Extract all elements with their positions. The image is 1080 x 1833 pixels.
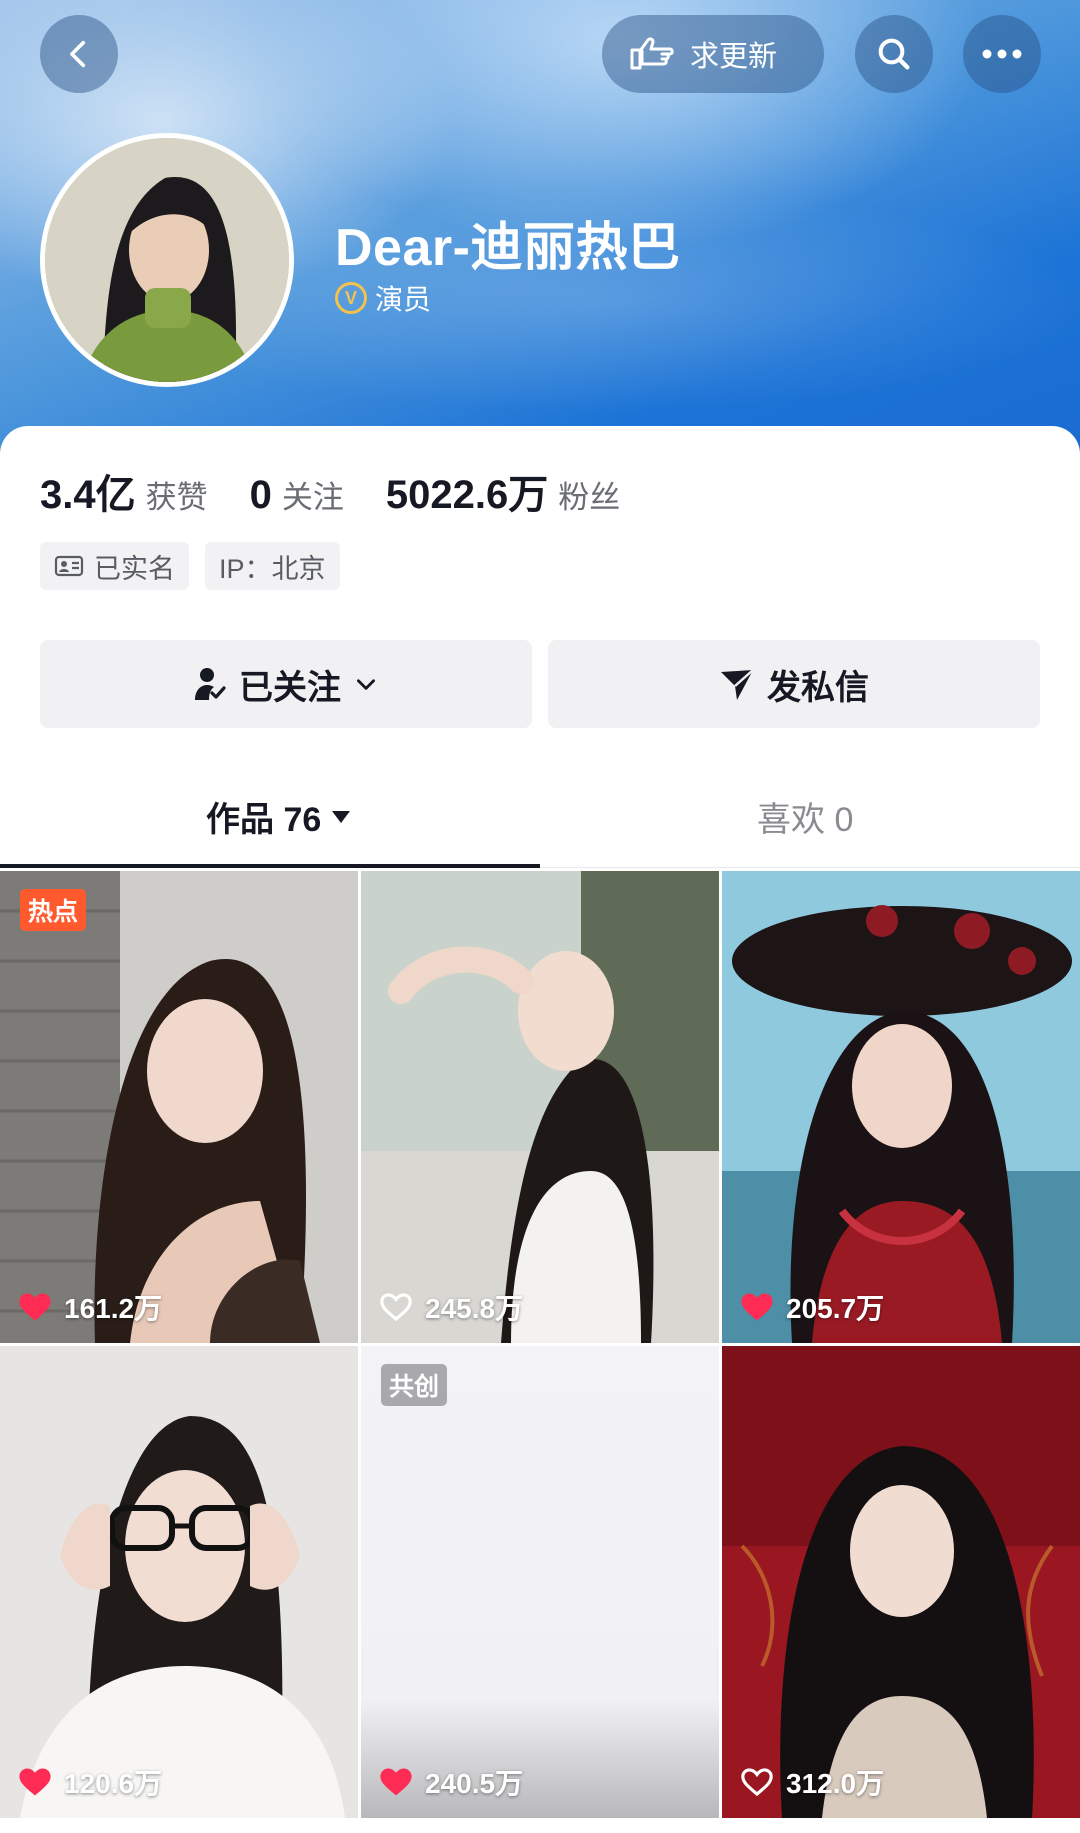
video-tile[interactable]: 120.6万: [0, 1346, 358, 1818]
request-update-button[interactable]: 求更新: [602, 15, 824, 93]
video-like-count: 245.8万: [379, 1287, 523, 1327]
username: Dear-迪丽热巴: [335, 219, 681, 277]
followed-button[interactable]: 已关注: [40, 640, 532, 728]
video-thumbnail-image: [722, 871, 1080, 1343]
video-tile[interactable]: 205.7万: [722, 871, 1080, 1343]
video-like-count: 312.0万: [740, 1762, 884, 1802]
video-thumbnail-image: [722, 1346, 1080, 1818]
video-tile[interactable]: 热点 161.2万: [0, 871, 358, 1343]
stat-following[interactable]: 0 关注: [250, 472, 344, 518]
tab-likes-label: 喜欢 0: [757, 801, 854, 839]
video-like-count: 205.7万: [740, 1287, 884, 1327]
stat-likes[interactable]: 3.4亿 获赞: [40, 462, 208, 520]
more-button[interactable]: [963, 15, 1041, 93]
like-count-text: 240.5万: [425, 1768, 524, 1799]
like-count-text: 205.7万: [786, 1293, 885, 1324]
verification-label: 演员: [375, 284, 432, 315]
stat-followers-label: 粉丝: [558, 480, 621, 515]
request-update-label: 求更新: [690, 41, 778, 73]
heart-filled-icon: [741, 1293, 773, 1321]
profile-stats: 3.4亿 获赞 0 关注 5022.6万 粉丝: [40, 462, 662, 520]
tab-likes[interactable]: 喜欢 0: [757, 792, 853, 841]
like-count-text: 161.2万: [64, 1293, 163, 1324]
search-icon: [878, 38, 910, 70]
tag-real-name[interactable]: 已实名: [40, 542, 189, 590]
video-thumbnail-image: [361, 871, 719, 1343]
followed-label: 已关注: [239, 668, 341, 707]
avatar-portrait-image: [45, 138, 289, 382]
video-like-count: 161.2万: [18, 1287, 162, 1327]
stat-followers[interactable]: 5022.6万 粉丝: [386, 462, 620, 520]
send-message-button[interactable]: 发私信: [548, 640, 1040, 728]
tag-real-name-label: 已实名: [94, 553, 175, 584]
chevron-left-icon: [70, 40, 86, 68]
send-message-label: 发私信: [767, 668, 869, 707]
like-count-text: 245.8万: [425, 1293, 524, 1324]
video-tile[interactable]: 312.0万: [722, 1346, 1080, 1818]
tab-works-label: 作品 76: [206, 801, 322, 839]
like-count-text: 312.0万: [786, 1768, 885, 1799]
user-followed-icon: [195, 668, 226, 700]
active-tab-indicator: [0, 864, 540, 868]
back-button[interactable]: [40, 15, 118, 93]
hot-badge: 热点: [20, 889, 87, 931]
chevron-down-icon: [357, 679, 375, 690]
search-button[interactable]: [855, 15, 933, 93]
send-plane-icon: [721, 669, 754, 700]
heart-outline-icon: [380, 1293, 412, 1322]
avatar[interactable]: [40, 133, 294, 387]
pointing-hand-icon: [630, 37, 674, 70]
heart-outline-icon: [741, 1768, 773, 1797]
video-like-count: 120.6万: [18, 1762, 162, 1802]
heart-filled-icon: [19, 1293, 51, 1321]
video-thumbnail-image: [0, 1346, 358, 1818]
verification-info: V 演员: [335, 278, 431, 318]
video-thumbnail-image: [0, 871, 358, 1343]
like-count-text: 120.6万: [64, 1768, 163, 1799]
video-tile[interactable]: 245.8万: [361, 871, 719, 1343]
stat-likes-value: 3.4亿: [40, 473, 136, 517]
tag-ip-location: IP：北京: [205, 542, 340, 590]
video-like-count: 240.5万: [379, 1762, 523, 1802]
heart-filled-icon: [380, 1768, 412, 1796]
more-dots-icon: [982, 49, 1022, 59]
stat-followers-value: 5022.6万: [385, 473, 549, 517]
verified-badge-icon: V: [335, 282, 367, 314]
profile-tags: 已实名 IP：北京: [40, 542, 340, 590]
stat-following-label: 关注: [281, 480, 344, 515]
tab-works[interactable]: 作品 76: [206, 792, 351, 841]
stat-likes-label: 获赞: [145, 480, 208, 515]
tag-ip-location-label: IP：北京: [219, 553, 326, 584]
caret-down-icon: [332, 810, 351, 823]
co-creation-badge: 共创: [381, 1364, 448, 1406]
stat-following-value: 0: [249, 473, 272, 517]
id-card-icon: [54, 555, 84, 577]
video-tile[interactable]: 共创 240.5万: [361, 1346, 719, 1818]
heart-filled-icon: [19, 1768, 51, 1796]
